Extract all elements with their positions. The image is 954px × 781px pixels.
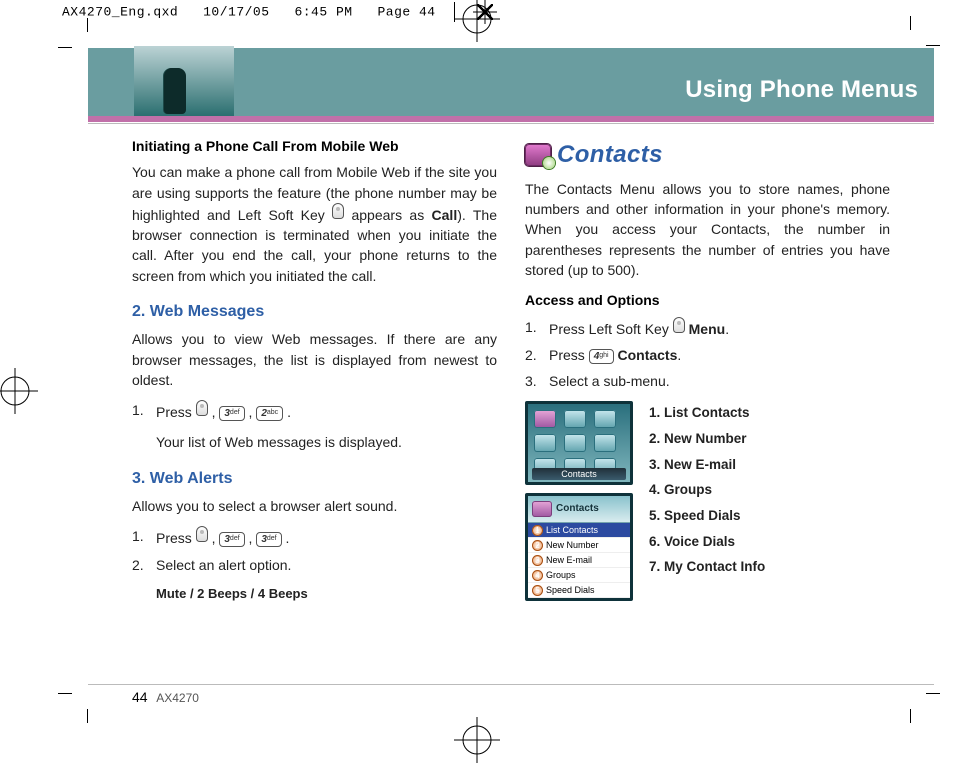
column-right: Contacts The Contacts Menu allows you to… (525, 136, 890, 614)
manual-page: AX4270_Eng.qxd 10/17/05 6:45 PM Page 44 … (0, 0, 954, 781)
step-item: 3. Select a sub-menu. (543, 371, 890, 391)
contacts-chip-icon (532, 501, 552, 517)
body-text: Allows you to view Web messages. If ther… (132, 329, 497, 390)
screen-row: 2New Number (528, 538, 630, 553)
screen-caption: Contacts (532, 468, 626, 480)
keypad-key-3: 3def (256, 532, 281, 547)
body-text: The Contacts Menu allows you to store na… (525, 179, 890, 280)
impo-time: 6:45 PM (294, 4, 352, 19)
imposition-header: AX4270_Eng.qxd 10/17/05 6:45 PM Page 44 (62, 2, 493, 22)
keypad-key-3: 3def (219, 532, 244, 547)
left-softkey-icon (332, 203, 344, 219)
crop-mark-icon (58, 18, 88, 48)
option-list: Mute / 2 Beeps / 4 Beeps (156, 585, 497, 604)
subsection-heading: Access and Options (525, 290, 890, 310)
submenu-list: 1. List Contacts 2. New Number 3. New E-… (649, 401, 890, 601)
screen-row: 5Speed Dials (528, 583, 630, 598)
imposition-mark-icon (477, 4, 493, 20)
list-item: 5. Speed Dials (649, 504, 890, 528)
left-softkey-icon (673, 317, 685, 333)
screen-header: Contacts (556, 502, 599, 517)
footer-divider (88, 684, 934, 685)
screen-row: 3New E-mail (528, 553, 630, 568)
step-item: 1. Press , 3def , 2abc . (150, 400, 497, 422)
section-title: Using Phone Menus (685, 76, 918, 116)
step-item: 1. Press Left Soft Key Menu. (543, 317, 890, 339)
phone-screenshots: Contacts Contacts 1List Contacts 2New Nu… (525, 401, 633, 601)
registration-target-icon (454, 717, 500, 763)
menu-label: Contacts (617, 347, 677, 363)
section-heading: 2. Web Messages (132, 300, 497, 323)
list-item: 4. Groups (649, 478, 890, 502)
subsection-heading: Initiating a Phone Call From Mobile Web (132, 136, 497, 156)
impo-file: AX4270_Eng.qxd (62, 4, 178, 19)
column-left: Initiating a Phone Call From Mobile Web … (132, 136, 497, 614)
step-item: 1. Press , 3def , 3def . (150, 526, 497, 548)
section-header: Using Phone Menus (88, 48, 934, 116)
crop-mark-icon (58, 693, 88, 723)
section-heading: 3. Web Alerts (132, 467, 497, 490)
menu-label: Menu (689, 321, 726, 337)
crop-mark-icon (910, 16, 940, 46)
step-note: Your list of Web messages is displayed. (156, 432, 497, 452)
model-number: AX4270 (156, 691, 199, 705)
list-item: 2. New Number (649, 427, 890, 451)
list-item: 7. My Contact Info (649, 555, 890, 579)
keypad-key-3: 3def (219, 406, 244, 421)
softkey-label: Call (432, 207, 458, 223)
list-item: 6. Voice Dials (649, 530, 890, 554)
step-item: 2. Press 4ghi Contacts. (543, 345, 890, 365)
list-item: 3. New E-mail (649, 453, 890, 477)
chapter-heading: Contacts (525, 138, 890, 173)
left-softkey-icon (196, 400, 208, 416)
contacts-icon (525, 144, 551, 166)
body-text: Allows you to select a browser alert sou… (132, 496, 497, 516)
impo-date: 10/17/05 (203, 4, 269, 19)
phone-screen-menu: Contacts (525, 401, 633, 485)
divider (88, 123, 934, 124)
phone-screen-contacts: Contacts 1List Contacts 2New Number 3New… (525, 493, 633, 601)
screen-row: 4Groups (528, 568, 630, 583)
step-item: 2. Select an alert option. (150, 555, 497, 575)
body-text: You can make a phone call from Mobile We… (132, 162, 497, 286)
accent-stripe (88, 116, 934, 122)
left-softkey-icon (196, 526, 208, 542)
screen-row: 1List Contacts (528, 523, 630, 538)
registration-target-icon (0, 368, 38, 414)
impo-page: Page 44 (377, 4, 435, 19)
list-item: 1. List Contacts (649, 401, 890, 425)
chapter-title: Contacts (557, 138, 663, 173)
keypad-key-2: 2abc (256, 406, 283, 421)
content-frame: Using Phone Menus Initiating a Phone Cal… (88, 48, 934, 709)
keypad-key-4: 4ghi (589, 349, 614, 364)
page-footer: 44 AX4270 (132, 689, 199, 705)
hero-photo (134, 46, 234, 116)
page-number: 44 (132, 689, 148, 705)
